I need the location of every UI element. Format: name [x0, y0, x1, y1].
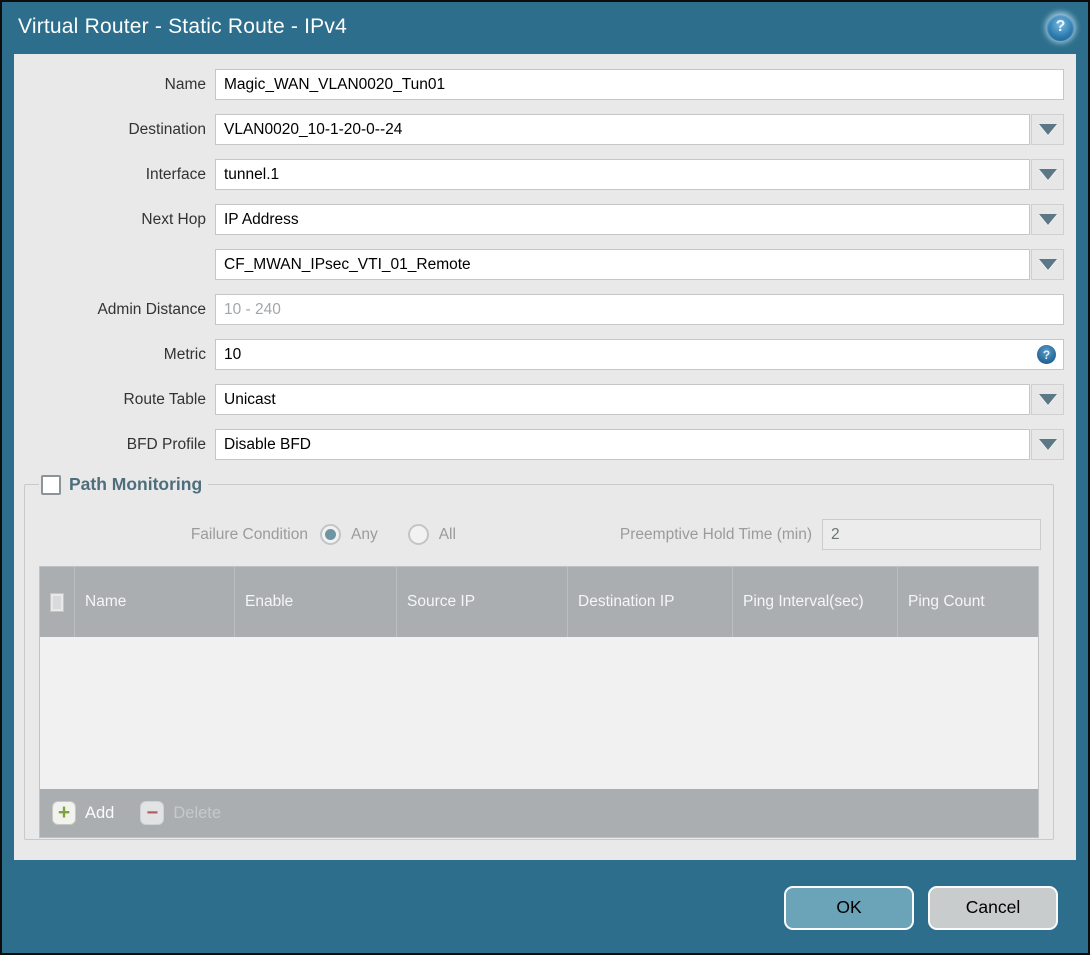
metric-help-icon[interactable]: ?: [1037, 345, 1056, 364]
bfd-profile-dropdown-button[interactable]: [1031, 429, 1064, 460]
delete-button[interactable]: − Delete: [140, 801, 221, 825]
destination-input[interactable]: [215, 114, 1030, 145]
failure-condition-any-radio[interactable]: Any: [320, 524, 378, 545]
metric-label: Metric: [163, 345, 206, 363]
bfd-profile-label: BFD Profile: [126, 435, 206, 453]
chevron-down-icon: [1038, 439, 1057, 450]
chevron-down-icon: [1038, 394, 1057, 405]
name-label: Name: [164, 75, 206, 93]
column-header-name[interactable]: Name: [74, 567, 234, 637]
interface-row: Interface: [14, 159, 1064, 190]
column-header-ping-interval[interactable]: Ping Interval(sec): [732, 567, 897, 637]
chevron-down-icon: [1038, 259, 1057, 270]
table-footer: + Add − Delete: [40, 789, 1038, 837]
next-hop-address-input[interactable]: [215, 249, 1030, 280]
route-table-label: Route Table: [123, 390, 206, 408]
next-hop-address-row: [14, 249, 1064, 280]
path-monitoring-legend: Path Monitoring: [39, 474, 208, 495]
next-hop-dropdown-button[interactable]: [1031, 204, 1064, 235]
next-hop-address-dropdown-button[interactable]: [1031, 249, 1064, 280]
column-header-destination-ip[interactable]: Destination IP: [567, 567, 732, 637]
preemptive-hold-time-input[interactable]: [822, 519, 1041, 550]
column-header-enable[interactable]: Enable: [234, 567, 396, 637]
metric-input[interactable]: [215, 339, 1064, 370]
chevron-down-icon: [1038, 124, 1057, 135]
next-hop-label: Next Hop: [141, 210, 206, 228]
route-table-row: Route Table: [14, 384, 1064, 415]
admin-distance-row: Admin Distance: [14, 294, 1064, 325]
chevron-down-icon: [1038, 169, 1057, 180]
failure-condition-row: Failure Condition Any All Preemptive Hol…: [37, 519, 1041, 550]
radio-icon: [320, 524, 341, 545]
bfd-profile-row: BFD Profile: [14, 429, 1064, 460]
next-hop-type-input[interactable]: [215, 204, 1030, 235]
admin-distance-label: Admin Distance: [97, 300, 206, 318]
path-monitoring-checkbox[interactable]: [41, 474, 61, 495]
dialog-content: Name Destination Interface: [14, 54, 1076, 860]
cancel-button[interactable]: Cancel: [928, 885, 1058, 930]
interface-label: Interface: [145, 165, 206, 183]
ok-button[interactable]: OK: [784, 885, 914, 930]
dialog-footer: OK Cancel: [2, 862, 1088, 953]
table-header: Name Enable Source IP Destination IP Pin…: [40, 567, 1038, 637]
name-row: Name: [14, 69, 1064, 100]
failure-condition-all-radio[interactable]: All: [407, 524, 456, 545]
column-header-source-ip[interactable]: Source IP: [396, 567, 567, 637]
failure-condition-label: Failure Condition: [190, 525, 308, 543]
chevron-down-icon: [1038, 214, 1057, 225]
minus-icon: −: [140, 801, 165, 825]
table-body-empty: [40, 637, 1038, 789]
path-monitoring-section: Path Monitoring Failure Condition Any Al…: [24, 474, 1054, 840]
metric-row: Metric ?: [14, 339, 1064, 370]
plus-icon: +: [52, 801, 76, 825]
bfd-profile-input[interactable]: [215, 429, 1030, 460]
route-table-input[interactable]: [215, 384, 1030, 415]
admin-distance-input[interactable]: [215, 294, 1064, 325]
destination-dropdown-button[interactable]: [1031, 114, 1064, 145]
select-all-checkbox[interactable]: [50, 592, 64, 612]
preemptive-hold-time-label: Preemptive Hold Time (min): [619, 525, 812, 543]
path-monitoring-title: Path Monitoring: [69, 474, 203, 494]
name-input[interactable]: [215, 69, 1064, 100]
destination-label: Destination: [128, 120, 206, 138]
add-button[interactable]: + Add: [52, 801, 114, 825]
radio-icon: [407, 524, 429, 545]
next-hop-row: Next Hop: [14, 204, 1064, 235]
destination-row: Destination: [14, 114, 1064, 145]
static-route-dialog: Virtual Router - Static Route - IPv4 ? N…: [0, 0, 1090, 955]
titlebar: Virtual Router - Static Route - IPv4 ?: [2, 2, 1088, 52]
path-monitoring-table: Name Enable Source IP Destination IP Pin…: [39, 566, 1039, 838]
page-title: Virtual Router - Static Route - IPv4: [18, 15, 347, 38]
radio-all-label: All: [438, 525, 456, 543]
interface-input[interactable]: [215, 159, 1030, 190]
column-header-ping-count[interactable]: Ping Count: [897, 567, 1038, 637]
radio-any-label: Any: [351, 525, 378, 543]
help-icon[interactable]: ?: [1047, 13, 1074, 41]
route-table-dropdown-button[interactable]: [1031, 384, 1064, 415]
interface-dropdown-button[interactable]: [1031, 159, 1064, 190]
